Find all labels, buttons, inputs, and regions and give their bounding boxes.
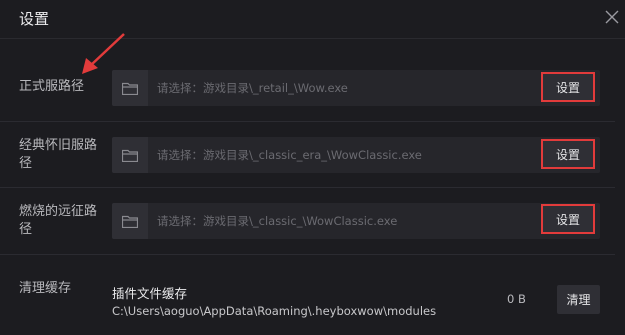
divider bbox=[0, 254, 615, 255]
plugin-cache-size: 0 B bbox=[507, 292, 526, 306]
tbc-path-field[interactable]: 请选择：游戏目录\_classic_\WowClassic.exe bbox=[112, 203, 600, 239]
classic-era-browse-button[interactable] bbox=[112, 137, 148, 173]
retail-path-placeholder: 请选择：游戏目录\_retail_\Wow.exe bbox=[157, 81, 348, 95]
window-title: 设置 bbox=[19, 10, 50, 28]
clear-cache-button[interactable]: 清理 bbox=[557, 285, 600, 314]
folder-icon bbox=[122, 215, 138, 228]
clear-cache-label: 清理缓存 bbox=[19, 281, 72, 296]
classic-era-path-placeholder: 请选择：游戏目录\_classic_era_\WowClassic.exe bbox=[157, 148, 422, 162]
plugin-cache-title: 插件文件缓存 bbox=[112, 286, 188, 301]
tbc-browse-button[interactable] bbox=[112, 203, 148, 239]
divider bbox=[0, 121, 615, 122]
retail-path-field[interactable]: 请选择：游戏目录\_retail_\Wow.exe bbox=[112, 70, 600, 106]
retail-set-button[interactable]: 设置 bbox=[541, 72, 595, 102]
divider bbox=[0, 187, 615, 188]
folder-icon bbox=[122, 149, 138, 162]
classic-era-path-field[interactable]: 请选择：游戏目录\_classic_era_\WowClassic.exe bbox=[112, 137, 600, 173]
folder-icon bbox=[122, 82, 138, 95]
tbc-path-label: 燃烧的远征路径 bbox=[19, 204, 98, 237]
close-icon[interactable] bbox=[604, 9, 620, 25]
plugin-cache-path: C:\Users\aoguo\AppData\Roaming\.heyboxwo… bbox=[112, 304, 437, 318]
retail-browse-button[interactable] bbox=[112, 70, 148, 106]
tbc-set-button[interactable]: 设置 bbox=[541, 204, 595, 234]
classic-era-path-label: 经典怀旧服路径 bbox=[19, 138, 98, 171]
tbc-path-placeholder: 请选择：游戏目录\_classic_\WowClassic.exe bbox=[157, 214, 398, 228]
classic-era-set-button[interactable]: 设置 bbox=[541, 139, 595, 169]
retail-path-label: 正式服路径 bbox=[19, 79, 85, 94]
